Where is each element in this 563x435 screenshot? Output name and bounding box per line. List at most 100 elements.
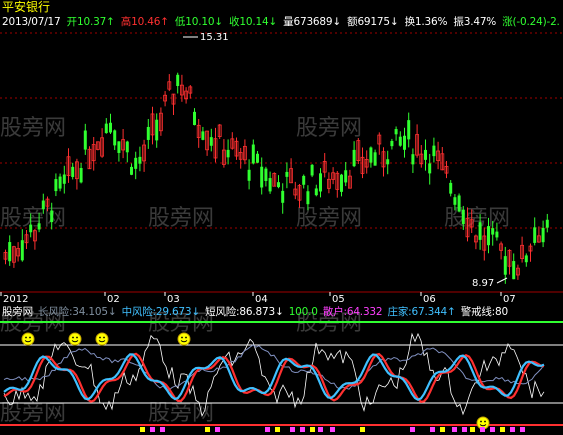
month-label: 03	[167, 294, 180, 305]
candle	[444, 161, 449, 179]
month-label: 06	[423, 294, 436, 305]
signal-marker	[140, 427, 145, 432]
short-risk-line	[3, 332, 545, 417]
candle	[335, 170, 340, 198]
candle-body	[20, 240, 24, 261]
candle-body	[319, 173, 322, 192]
smiley-face	[21, 332, 35, 346]
candle-body	[407, 120, 411, 140]
candle	[104, 118, 108, 134]
candle	[440, 147, 445, 171]
candle	[411, 148, 415, 173]
candle	[512, 253, 516, 280]
candle-body	[306, 191, 310, 205]
smiley-icon	[177, 332, 191, 346]
watermark-text: 股旁网	[0, 116, 66, 141]
candle	[242, 139, 247, 165]
candle-body	[512, 261, 516, 280]
candle	[528, 243, 533, 262]
candle	[403, 127, 406, 158]
candle	[209, 128, 213, 152]
signal-marker	[480, 427, 485, 432]
candle-body	[390, 140, 394, 147]
signal-marker	[160, 427, 165, 432]
candle	[285, 162, 289, 189]
smiley-face	[177, 332, 191, 346]
smiley-face	[68, 332, 82, 346]
month-label: 2012	[3, 294, 28, 305]
candle	[138, 146, 142, 172]
indicator-name[interactable]: 股旁网	[2, 306, 33, 318]
candle-body	[386, 159, 390, 165]
candle	[419, 145, 424, 168]
alert-line-value: 警戒线:80	[460, 306, 508, 318]
candle-body	[373, 152, 377, 166]
signal-marker	[520, 427, 525, 432]
candle	[356, 137, 361, 165]
watermark-text: 股旁网	[296, 206, 362, 231]
candle	[277, 175, 280, 189]
long-risk: 长风险:34.105↓	[38, 306, 117, 318]
candle	[394, 126, 398, 141]
long-risk-line	[3, 344, 545, 391]
level-value: 100.0	[288, 306, 318, 318]
smiley-eye	[185, 336, 187, 339]
candle	[289, 158, 294, 184]
signal-marker	[300, 427, 305, 432]
candle	[201, 126, 205, 141]
smiley-icon	[68, 332, 82, 346]
candle	[407, 112, 411, 148]
signal-marker	[500, 427, 505, 432]
kline-chart[interactable]: 股旁网 股旁网 股旁网 股旁网股旁网 股旁网股旁网 股旁网 股旁网股旁网 股旁网 15.318…	[0, 0, 563, 435]
candle	[424, 139, 427, 171]
candle-body	[457, 195, 461, 212]
candle	[234, 137, 239, 160]
min-price-label: 8.97	[472, 278, 494, 289]
candle	[193, 108, 196, 126]
candle	[541, 220, 545, 248]
signal-marker	[510, 427, 515, 432]
signal-marker	[310, 427, 315, 432]
candle	[167, 74, 172, 92]
candle	[184, 87, 189, 104]
candle	[516, 264, 520, 280]
candle	[297, 183, 302, 208]
candle-body	[41, 200, 45, 210]
candle	[326, 172, 331, 194]
candle-body	[209, 137, 213, 146]
candle	[251, 139, 255, 165]
candle	[196, 119, 201, 148]
candle-body	[281, 190, 285, 203]
candle	[238, 147, 243, 169]
candle-body	[117, 141, 121, 153]
candle-body	[277, 182, 280, 188]
candle-body	[130, 166, 133, 175]
month-axis: 2012 02 03 04 05 06 07	[0, 292, 516, 305]
candle-body	[310, 164, 314, 176]
candle-body	[251, 144, 255, 164]
candle	[524, 253, 528, 267]
candle	[302, 174, 306, 189]
candle	[293, 181, 298, 200]
candle	[344, 161, 348, 187]
candle	[62, 165, 66, 194]
candle	[314, 184, 318, 197]
smiley-eye	[76, 336, 78, 339]
candle-body	[256, 153, 259, 163]
candle	[256, 151, 259, 164]
candle-body	[352, 149, 356, 167]
candle-body	[71, 166, 75, 177]
watermark-text: 股旁网	[148, 401, 214, 426]
signal-marker	[430, 427, 435, 432]
candle-body	[541, 227, 545, 243]
signal-marker	[470, 427, 475, 432]
candle	[121, 129, 125, 159]
candle	[109, 113, 112, 135]
candle-body	[285, 171, 289, 177]
candle	[20, 229, 24, 262]
candle	[264, 166, 268, 187]
candle	[155, 113, 159, 148]
candle-body	[533, 227, 537, 243]
candle	[545, 213, 549, 233]
month-label: 02	[107, 294, 120, 305]
